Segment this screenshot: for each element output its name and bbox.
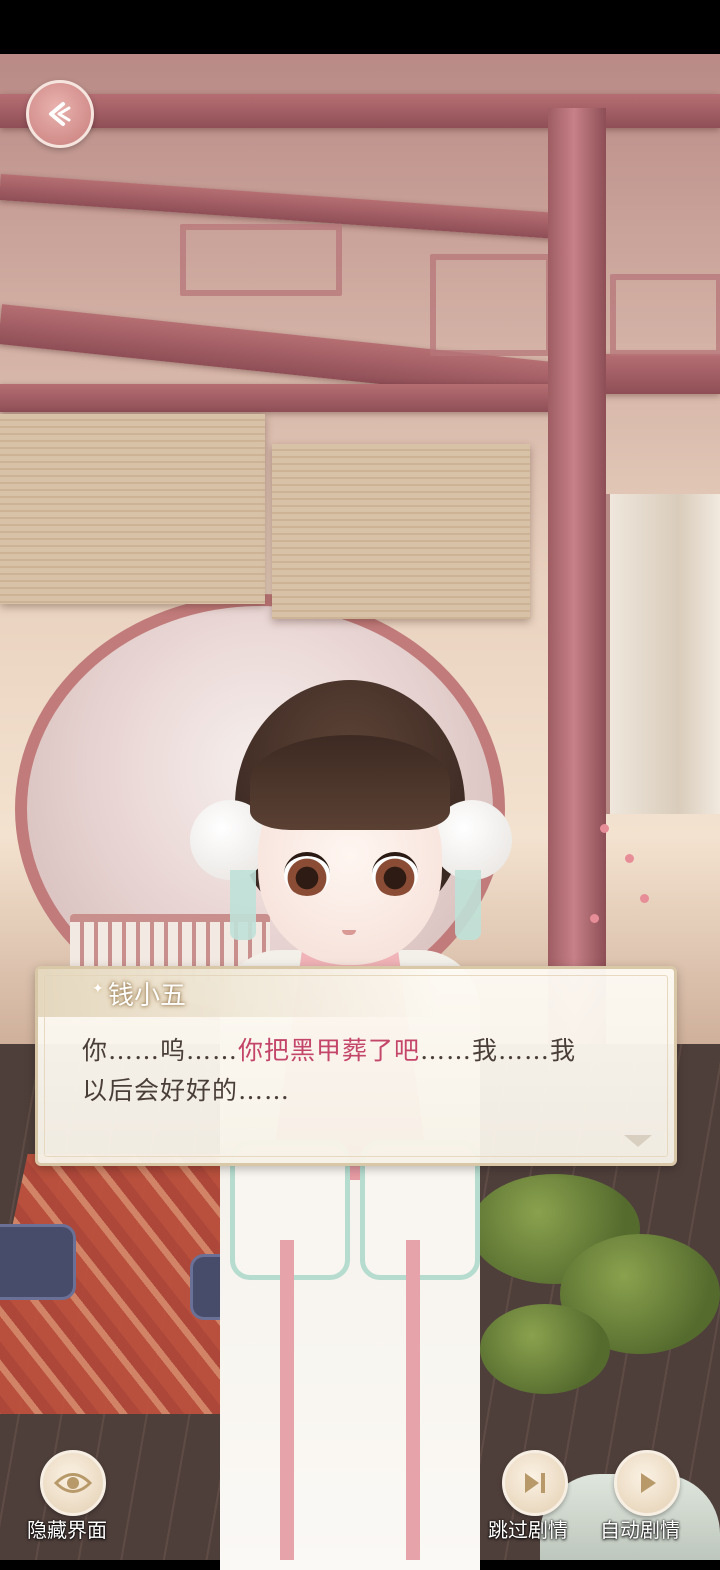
dialog-line-2: 以后会好好的…… bbox=[82, 1076, 291, 1105]
skip-icon bbox=[525, 1473, 545, 1493]
auto-story-button[interactable] bbox=[614, 1450, 680, 1516]
back-button[interactable] bbox=[26, 80, 94, 148]
dialog-text: ……我……我 bbox=[420, 1036, 577, 1065]
auto-story-label[interactable]: 自动剧情 bbox=[600, 1514, 680, 1543]
plum-blossom bbox=[590, 914, 599, 923]
character-bangs bbox=[250, 735, 450, 830]
bamboo-blind bbox=[0, 414, 265, 604]
wall-beam bbox=[0, 384, 560, 412]
curtain bbox=[606, 494, 720, 814]
sparkle-icon: ✦ bbox=[92, 981, 104, 997]
character-eye bbox=[284, 852, 330, 896]
lattice-ornament bbox=[430, 254, 552, 356]
character-eye bbox=[372, 852, 418, 896]
character-ribbon bbox=[455, 870, 481, 940]
skip-story-button[interactable] bbox=[502, 1450, 568, 1516]
chevron-down-icon bbox=[624, 1135, 652, 1147]
skip-story-label[interactable]: 跳过剧情 bbox=[488, 1514, 568, 1543]
character-ribbon bbox=[230, 870, 256, 940]
lattice-ornament bbox=[610, 274, 720, 356]
lattice-ornament bbox=[180, 224, 342, 296]
plum-blossom bbox=[600, 824, 609, 833]
plum-blossom bbox=[640, 894, 649, 903]
dialog-highlight-text: 你把黑甲葬了吧 bbox=[238, 1036, 421, 1065]
play-icon bbox=[641, 1473, 656, 1493]
eye-icon bbox=[54, 1473, 92, 1493]
floor-cushion bbox=[0, 1224, 76, 1300]
red-pillar bbox=[548, 108, 606, 1108]
speaker-name: 钱小五 bbox=[108, 981, 187, 1011]
dialog-box[interactable]: ✦ 钱小五 你……呜……你把黑甲葬了吧……我……我 以后会好好的…… bbox=[35, 966, 677, 1166]
dialog-text: 你……呜…… bbox=[82, 1036, 239, 1065]
character-sash bbox=[406, 1240, 420, 1560]
character-sash bbox=[280, 1240, 294, 1560]
hide-ui-label[interactable]: 隐藏界面 bbox=[27, 1514, 107, 1543]
plum-blossom bbox=[625, 854, 634, 863]
dialog-line-1: 你……呜……你把黑甲葬了吧……我……我 bbox=[82, 1031, 652, 1067]
wall-beam bbox=[600, 354, 720, 394]
roof-beam bbox=[0, 94, 720, 128]
back-arrow-icon bbox=[49, 102, 71, 126]
hide-ui-button[interactable] bbox=[40, 1450, 106, 1516]
bamboo-blind bbox=[272, 444, 530, 619]
